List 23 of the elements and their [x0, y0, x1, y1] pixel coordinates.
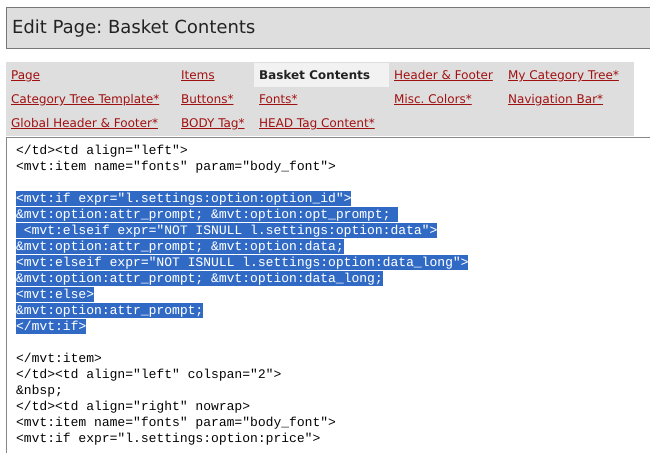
- page-tab[interactable]: Buttons*: [176, 87, 254, 111]
- code-line: </mvt:item>: [16, 351, 102, 366]
- page-tab[interactable]: Misc. Colors*: [389, 87, 503, 111]
- code-line: <mvt:if expr="l.settings:option:price">: [16, 431, 320, 446]
- page-tab[interactable]: Global Header & Footer*: [6, 111, 176, 135]
- code-line: </td><td align="left" colspan="2">: [16, 367, 282, 382]
- page-tab[interactable]: Items: [176, 63, 254, 87]
- page-tab[interactable]: Basket Contents: [254, 63, 389, 87]
- code-line: &nbsp;: [16, 383, 63, 398]
- code-line: </td><td align="left">: [16, 143, 188, 158]
- page-tab[interactable]: HEAD Tag Content*: [254, 111, 389, 135]
- page-tab[interactable]: My Category Tree*: [503, 63, 628, 87]
- code-line: </td><td align="right" nowrap>: [16, 399, 250, 414]
- page-title: Edit Page: Basket Contents: [12, 19, 256, 37]
- page-tab[interactable]: Fonts*: [254, 87, 389, 111]
- page-tab[interactable]: BODY Tag*: [176, 111, 254, 135]
- code-line: <mvt:item name="fonts" param="body_font">: [16, 159, 336, 174]
- page-tab[interactable]: Header & Footer: [389, 63, 503, 87]
- page-tab[interactable]: Page: [6, 63, 176, 87]
- code-line: <mvt:item name="fonts" param="body_font">: [16, 415, 336, 430]
- page-tab[interactable]: Navigation Bar*: [503, 87, 628, 111]
- page-tab[interactable]: Category Tree Template*: [6, 87, 176, 111]
- code-editor[interactable]: [6, 137, 650, 453]
